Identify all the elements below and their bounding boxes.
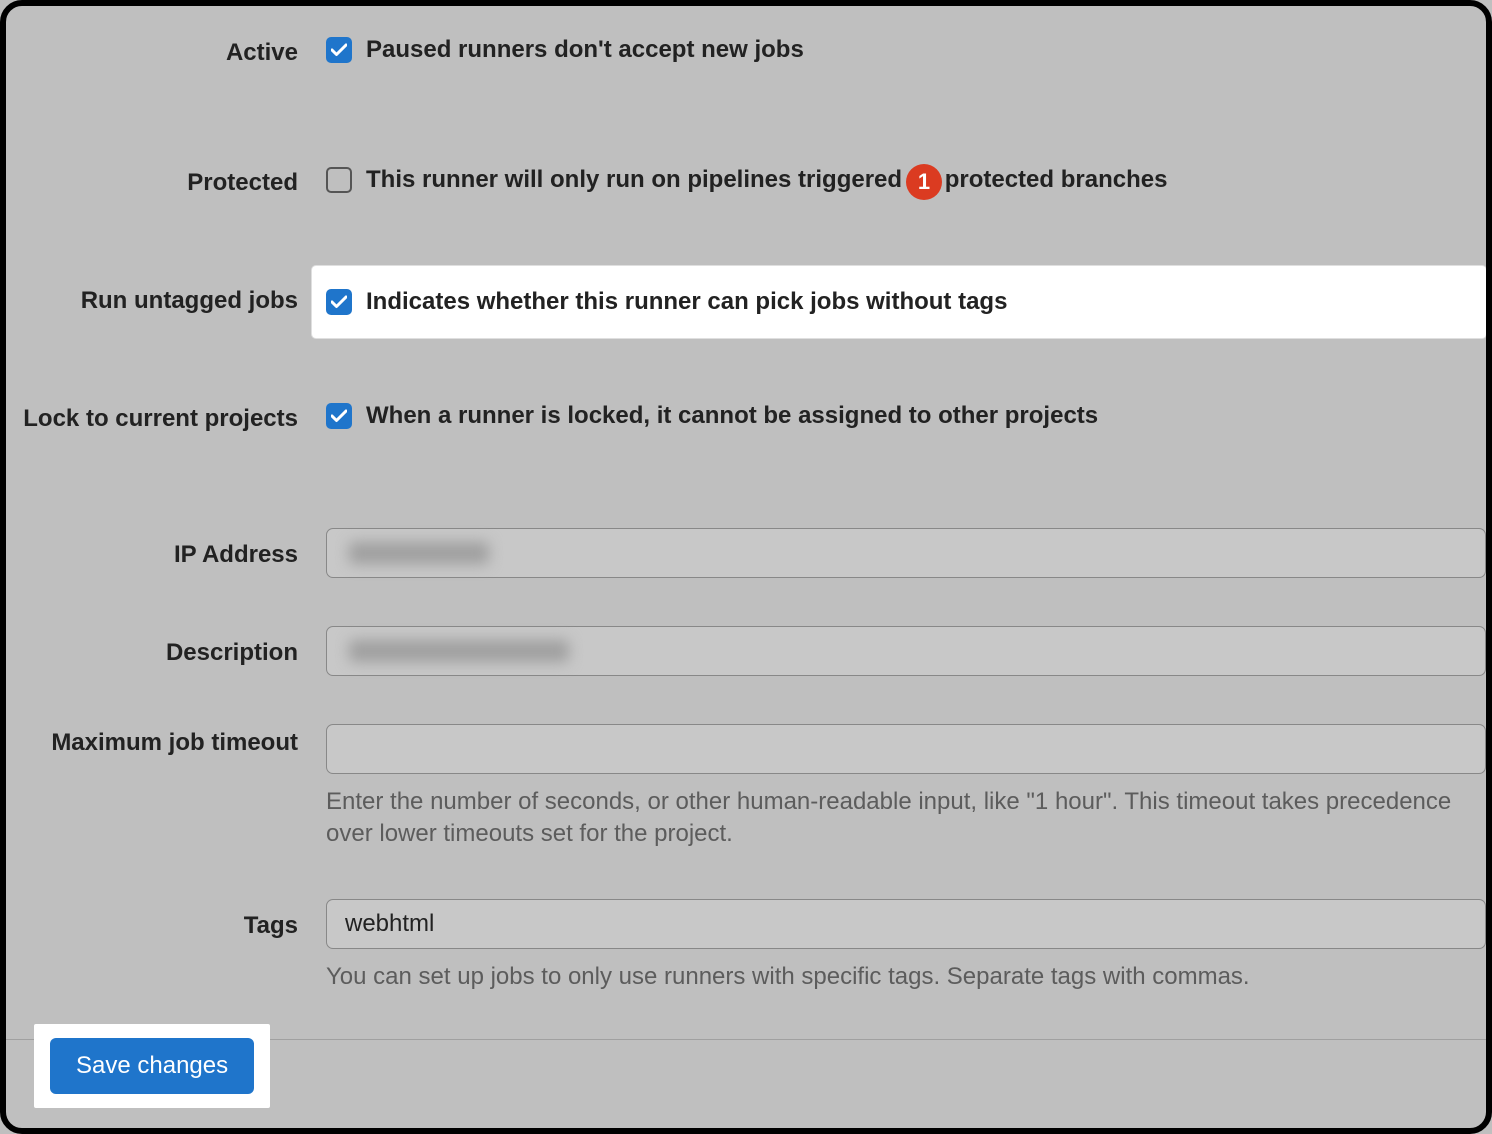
- checkbox-lock-text: When a runner is locked, it cannot be as…: [366, 402, 1098, 430]
- row-tags: Tags You can set up jobs to only use run…: [6, 869, 1486, 1011]
- row-active: Active Paused runners don't accept new j…: [6, 18, 1486, 86]
- highlight-run-untagged: Indicates whether this runner can pick j…: [312, 266, 1486, 338]
- checkbox-run-untagged-text: Indicates whether this runner can pick j…: [366, 288, 1007, 316]
- row-protected: Protected This runner will only run on p…: [6, 86, 1486, 216]
- input-max-timeout[interactable]: [326, 724, 1486, 774]
- footer-highlight: Save changes: [34, 1024, 270, 1108]
- help-max-timeout: Enter the number of seconds, or other hu…: [326, 786, 1476, 851]
- row-max-timeout: Maximum job timeout Enter the number of …: [6, 694, 1486, 869]
- help-tags: You can set up jobs to only use runners …: [326, 961, 1476, 993]
- label-run-untagged: Run untagged jobs: [6, 266, 326, 316]
- callout-badge: 1: [906, 164, 942, 200]
- redacted-description: [349, 640, 569, 662]
- input-tags[interactable]: [326, 899, 1486, 949]
- callout-number: 1: [918, 169, 930, 195]
- row-description: Description: [6, 596, 1486, 694]
- input-ip-address[interactable]: [326, 528, 1486, 578]
- label-active: Active: [6, 36, 326, 68]
- row-lock: Lock to current projects When a runner i…: [6, 362, 1486, 458]
- label-tags: Tags: [6, 899, 326, 941]
- checkbox-lock[interactable]: [326, 403, 352, 429]
- label-description: Description: [6, 626, 326, 668]
- save-button[interactable]: Save changes: [50, 1038, 254, 1094]
- checkbox-active[interactable]: [326, 37, 352, 63]
- row-ip-address: IP Address: [6, 458, 1486, 596]
- input-description[interactable]: [326, 626, 1486, 676]
- redacted-ip: [349, 542, 489, 564]
- label-lock: Lock to current projects: [6, 402, 326, 434]
- checkbox-run-untagged[interactable]: [326, 289, 352, 315]
- label-ip-address: IP Address: [6, 528, 326, 570]
- checkbox-protected-text: This runner will only run on pipelines t…: [366, 166, 1167, 194]
- checkbox-active-text: Paused runners don't accept new jobs: [366, 36, 804, 64]
- label-max-timeout: Maximum job timeout: [6, 724, 326, 758]
- label-protected: Protected: [6, 166, 326, 198]
- checkbox-protected[interactable]: [326, 167, 352, 193]
- row-run-untagged: Run untagged jobs Indicates whether this…: [6, 216, 1486, 362]
